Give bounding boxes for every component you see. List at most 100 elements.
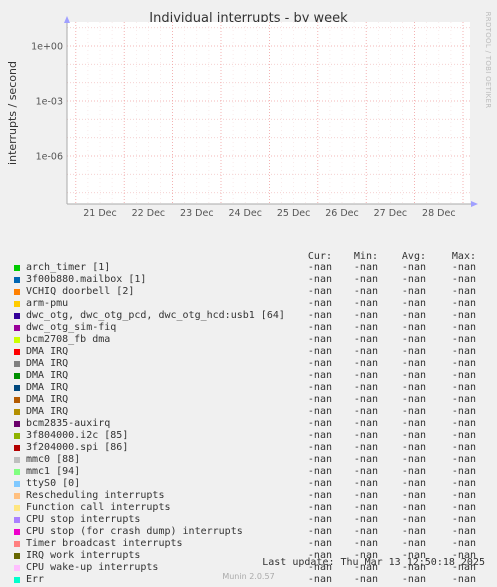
legend-max-value: -nan xyxy=(451,382,476,393)
legend-max-value: -nan xyxy=(451,310,476,321)
legend-swatch xyxy=(14,277,20,283)
legend-min-value: -nan xyxy=(353,346,378,357)
legend-swatch xyxy=(14,433,20,439)
legend-avg-value: -nan xyxy=(401,298,426,309)
x-tick-label: 25 Dec xyxy=(277,208,311,219)
legend-avg-value: -nan xyxy=(401,478,426,489)
legend-label: IRQ work interrupts xyxy=(26,550,141,561)
legend-min-value: -nan xyxy=(353,274,378,285)
legend-label: 3f00b880.mailbox [1] xyxy=(26,274,147,285)
legend-avg-value: -nan xyxy=(401,406,426,417)
legend-swatch xyxy=(14,481,20,487)
column-header: Min: xyxy=(353,251,378,262)
legend-cur-value: -nan xyxy=(307,490,332,501)
legend-label: CPU stop interrupts xyxy=(26,514,141,525)
legend-swatch xyxy=(14,493,20,499)
legend-max-value: -nan xyxy=(451,286,476,297)
legend-max-value: -nan xyxy=(451,502,476,513)
x-tick-label: 23 Dec xyxy=(180,208,214,219)
legend-max-value: -nan xyxy=(451,346,476,357)
y-tick-label: 1e-03 xyxy=(36,97,63,108)
legend-cur-value: -nan xyxy=(307,310,332,321)
legend-avg-value: -nan xyxy=(401,274,426,285)
legend-cur-value: -nan xyxy=(307,322,332,333)
legend-avg-value: -nan xyxy=(401,538,426,549)
legend-max-value: -nan xyxy=(451,334,476,345)
legend-max-value: -nan xyxy=(451,322,476,333)
legend-label: dwc_otg, dwc_otg_pcd, dwc_otg_hcd:usb1 [… xyxy=(26,310,285,321)
legend-label: CPU stop (for crash dump) interrupts xyxy=(26,526,243,537)
y-axis-arrow xyxy=(64,16,70,23)
legend-swatch xyxy=(14,325,20,331)
plot-area xyxy=(67,22,470,204)
legend-swatch xyxy=(14,541,20,547)
legend-avg-value: -nan xyxy=(401,346,426,357)
legend-min-value: -nan xyxy=(353,514,378,525)
legend-label: ttyS0 [0] xyxy=(26,478,81,489)
legend-max-value: -nan xyxy=(451,478,476,489)
legend-cur-value: -nan xyxy=(307,286,332,297)
legend-avg-value: -nan xyxy=(401,370,426,381)
legend-swatch xyxy=(14,385,20,391)
legend-swatch xyxy=(14,397,20,403)
legend-cur-value: -nan xyxy=(307,262,332,273)
x-tick-label: 26 Dec xyxy=(325,208,359,219)
legend-avg-value: -nan xyxy=(401,418,426,429)
legend-avg-value: -nan xyxy=(401,454,426,465)
legend-swatch xyxy=(14,373,20,379)
legend-swatch xyxy=(14,409,20,415)
legend-swatch xyxy=(14,505,20,511)
legend-min-value: -nan xyxy=(353,418,378,429)
x-tick-label: 24 Dec xyxy=(228,208,262,219)
legend-max-value: -nan xyxy=(451,454,476,465)
legend-label: bcm2708_fb dma xyxy=(26,334,111,345)
last-update: Last update: Thu Mar 13 12:50:18 2025 xyxy=(262,557,485,568)
legend-swatch xyxy=(14,421,20,427)
x-tick-label: 22 Dec xyxy=(132,208,166,219)
x-tick-label: 21 Dec xyxy=(83,208,117,219)
legend-label: 3f804000.i2c [85] xyxy=(26,430,129,441)
legend-max-value: -nan xyxy=(451,418,476,429)
legend-swatch xyxy=(14,349,20,355)
legend-max-value: -nan xyxy=(451,466,476,477)
legend-cur-value: -nan xyxy=(307,442,332,453)
legend-label: arm-pmu xyxy=(26,298,69,309)
legend-cur-value: -nan xyxy=(307,514,332,525)
legend-max-value: -nan xyxy=(451,274,476,285)
legend-min-value: -nan xyxy=(353,262,378,273)
legend-max-value: -nan xyxy=(451,526,476,537)
legend-max-value: -nan xyxy=(451,490,476,501)
legend-min-value: -nan xyxy=(353,490,378,501)
legend-min-value: -nan xyxy=(353,454,378,465)
legend-label: DMA IRQ xyxy=(26,406,69,417)
legend-label: mmc0 [88] xyxy=(26,454,81,465)
column-header: Cur: xyxy=(307,251,332,262)
legend-cur-value: -nan xyxy=(307,430,332,441)
legend-cur-value: -nan xyxy=(307,394,332,405)
legend-min-value: -nan xyxy=(353,430,378,441)
legend-swatch xyxy=(14,301,20,307)
legend-min-value: -nan xyxy=(353,286,378,297)
legend-avg-value: -nan xyxy=(401,322,426,333)
legend-label: arch_timer [1] xyxy=(26,262,111,273)
legend-cur-value: -nan xyxy=(307,298,332,309)
legend-min-value: -nan xyxy=(353,322,378,333)
legend-cur-value: -nan xyxy=(307,406,332,417)
legend-cur-value: -nan xyxy=(307,538,332,549)
legend-avg-value: -nan xyxy=(401,490,426,501)
legend-min-value: -nan xyxy=(353,478,378,489)
legend-min-value: -nan xyxy=(353,442,378,453)
legend-cur-value: -nan xyxy=(307,502,332,513)
legend-swatch xyxy=(14,565,20,571)
legend-swatch xyxy=(14,313,20,319)
legend-swatch xyxy=(14,337,20,343)
legend-min-value: -nan xyxy=(353,406,378,417)
legend-max-value: -nan xyxy=(451,358,476,369)
legend-label: Function call interrupts xyxy=(26,502,171,513)
legend-label: DMA IRQ xyxy=(26,346,69,357)
legend-avg-value: -nan xyxy=(401,286,426,297)
column-header: Max: xyxy=(451,251,476,262)
legend-label: DMA IRQ xyxy=(26,394,69,405)
legend-min-value: -nan xyxy=(353,370,378,381)
legend-cur-value: -nan xyxy=(307,466,332,477)
